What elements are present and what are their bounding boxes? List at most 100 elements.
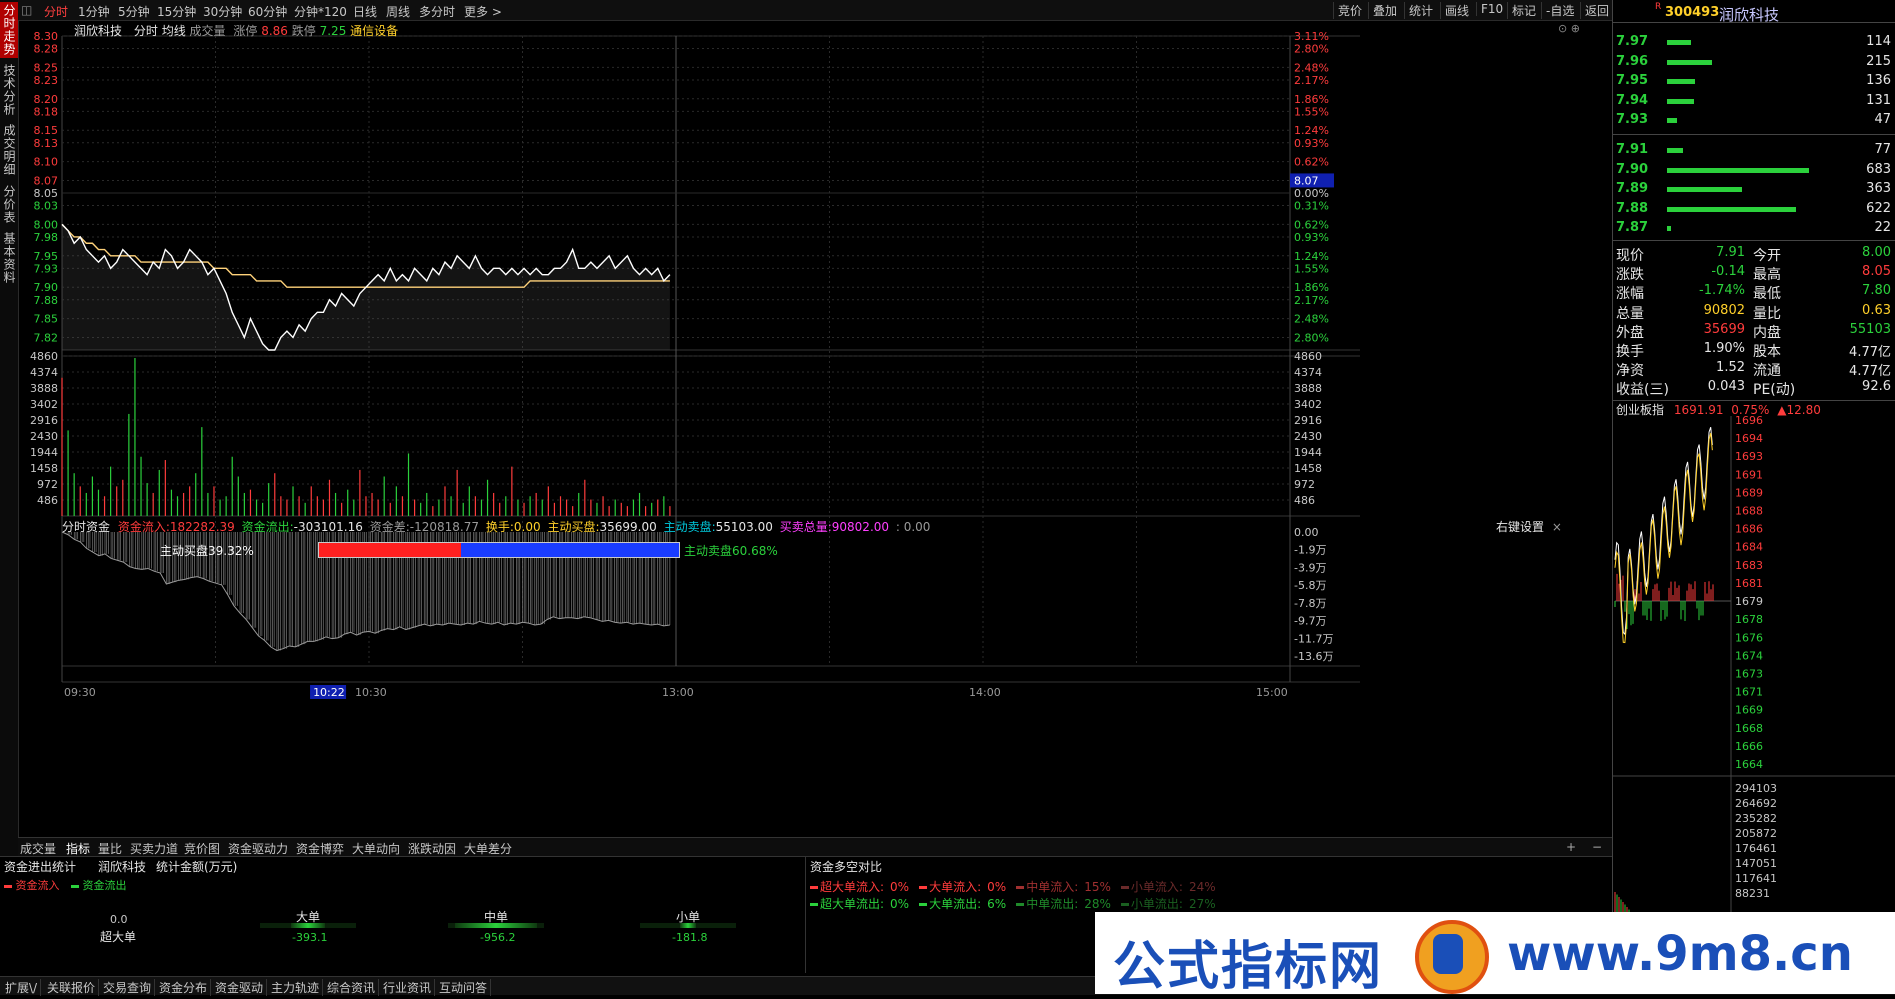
minus-icon[interactable]: − [1592,840,1602,854]
price-tick-label: 7.93 [34,262,59,275]
index-tick-label: 1673 [1735,667,1763,680]
index-tick-label: 1666 [1735,740,1763,753]
quote-panel: R 300493 润欣科技 7.97 114 7.96 215 7.95 136 7.94 1… [1612,0,1895,912]
tab-change-cause[interactable]: 涨跌动因 [408,840,456,857]
ask-price: 7.95 [1616,73,1649,88]
add-icon[interactable]: + [1566,840,1576,854]
tab-indicator[interactable]: 指标 [66,840,90,857]
panel-toggle-icon[interactable]: ◫ [21,3,32,17]
tab-buy-sell-force[interactable]: 买卖力道 [130,840,178,857]
limit-up-label: 涨停 [233,24,258,38]
index-mini-chart[interactable]: 1696 1694 1693 1691 1689 1688 1686 1684 1683 1681… [1613,416,1895,912]
time-axis-label: 10:30 [355,686,387,699]
pct-tick-label: 1.55% [1294,262,1329,275]
remove-watchlist-button[interactable]: -自选 [1541,2,1578,19]
price-tick-label: 7.88 [34,294,59,307]
index-avg-line [1614,433,1713,644]
fund-tick-label: -1.9万 [1294,543,1326,556]
tab-technical[interactable]: 技术分析 [0,62,18,118]
bid-volume: 22 [1874,220,1891,235]
index-volume-tick: 294103 [1735,782,1777,795]
tab-fund-game[interactable]: 资金博弈 [296,840,344,857]
index-tick-label: 1694 [1735,432,1763,445]
tab-trade-details[interactable]: 成交明细 [0,122,18,178]
status-trade-query[interactable]: 交易查询 [100,979,156,996]
status-industry-news[interactable]: 行业资讯 [380,979,436,996]
volume-tick-label-right: 4860 [1294,350,1322,363]
intraday-chart[interactable]: 8.30 3.11% 8.28 2.80% 8.25 2.48% 8.23 2.17% 8.20… [18,20,1612,838]
period-daily[interactable]: 日线 [353,3,377,20]
status-qa[interactable]: 互动问答 [436,979,492,996]
status-fund-distribution[interactable]: 资金分布 [156,979,212,996]
price-tick-label: 7.95 [34,250,59,263]
active-sell-ratio-label: 主动卖盘60.68% [684,544,778,558]
period-more[interactable]: 更多 > [464,3,502,20]
overlay-button[interactable]: 叠加 [1368,2,1401,19]
period-5min[interactable]: 5分钟 [118,3,150,20]
stats-button[interactable]: 统计 [1404,2,1437,19]
index-header: 创业板指 1691.91 0.75% ▲12.80 [1613,400,1895,417]
settings-label[interactable]: 右键设置 [1496,520,1544,534]
period-60min[interactable]: 60分钟 [248,3,287,20]
mark-button[interactable]: 标记 [1507,2,1540,19]
status-main-track[interactable]: 主力轨迹 [268,979,324,996]
draw-line-button[interactable]: 画线 [1440,2,1473,19]
stat-value-2: 4.77亿 [1849,364,1891,380]
status-expand[interactable]: 扩展\/ [2,979,42,996]
index-tick-label: 1679 [1735,595,1763,608]
back-button[interactable]: 返回 [1580,2,1613,19]
period-120min[interactable]: 分钟*120 [294,3,347,20]
tab-fund-drive[interactable]: 资金驱动力 [228,840,288,857]
status-related-quotes[interactable]: 关联报价 [44,979,100,996]
close-icon[interactable]: × [1552,520,1562,534]
intraday-chart-area[interactable]: 8.30 3.11% 8.28 2.80% 8.25 2.48% 8.23 2.17% 8.20… [18,20,1612,838]
tab-big-order-trend[interactable]: 大单动向 [352,840,400,857]
index-tick-label: 1691 [1735,468,1763,481]
bid-volume-bar [1667,226,1672,231]
period-15min[interactable]: 15分钟 [157,3,196,20]
chart-settings-icon[interactable]: ⊙ ⊕ [1558,22,1580,35]
ask-price: 7.97 [1616,34,1649,49]
tab-big-order-diff[interactable]: 大单差分 [464,840,512,857]
period-1min[interactable]: 1分钟 [78,3,110,20]
index-volume-tick: 117641 [1735,872,1777,885]
price-tick-label: 8.03 [34,200,59,213]
pct-tick-label: 1.55% [1294,105,1329,118]
period-30min[interactable]: 30分钟 [203,3,242,20]
period-multi-intraday[interactable]: 多分时 [419,3,455,20]
group-value: 0.0 [110,913,128,926]
stat-value: 90802 [1703,302,1745,318]
bid-volume: 683 [1866,161,1891,177]
diff-value: -120818.77 [409,520,480,534]
stat-value: 0.043 [1707,379,1745,395]
group-out-value: -181.8 [672,931,708,944]
tab-intraday[interactable]: 分时走势 [0,2,18,58]
index-tick-label: 1683 [1735,559,1763,572]
total-value: 90802.00 [831,520,890,534]
stat-label-2: PE(动) [1753,382,1796,399]
bid-volume: 363 [1866,181,1891,196]
tab-price-table[interactable]: 分价表 [0,182,18,226]
compare-label: 小单流入: [1130,880,1183,894]
tab-volume[interactable]: 成交量 [20,840,56,857]
status-fund-drive[interactable]: 资金驱动 [212,979,268,996]
tab-fundamentals[interactable]: 基本资料 [0,230,18,286]
auction-button[interactable]: 竞价 [1333,2,1366,19]
compare-swatch [810,886,818,889]
f10-button[interactable]: F10 [1476,2,1507,16]
fund-stats-unit: 统计金额(万元) [156,860,238,874]
right-click-settings[interactable]: 右键设置 × [1496,518,1562,535]
buy-ratio-fill [319,543,461,557]
status-news[interactable]: 综合资讯 [324,979,380,996]
tab-auction-chart[interactable]: 竞价图 [184,840,220,857]
fund-stats-stock: 润欣科技 [98,860,147,874]
pct-tick-label: 0.93% [1294,231,1329,244]
stat-value-2: 8.00 [1862,245,1891,260]
tab-volume-ratio[interactable]: 量比 [98,840,122,857]
period-intraday[interactable]: 分时 [44,3,68,20]
stat-label-2: 股本 [1753,344,1781,360]
limit-up-value: 8.86 [261,24,288,38]
pct-tick-label: 0.62% [1294,218,1329,231]
period-weekly[interactable]: 周线 [386,3,410,20]
index-tick-label: 1693 [1735,450,1763,463]
